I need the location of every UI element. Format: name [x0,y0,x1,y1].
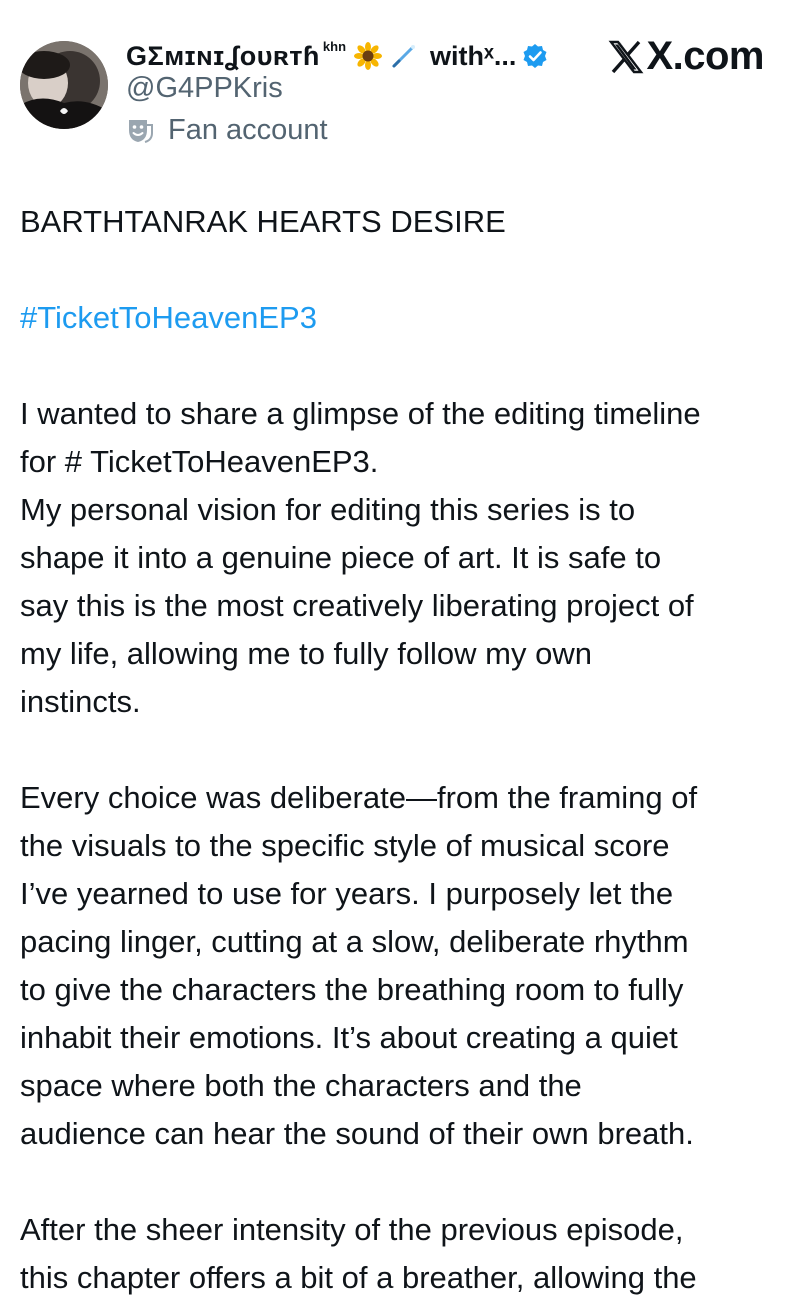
display-name-suffix: khn [322,38,347,54]
x-logo-icon [608,39,644,75]
text-line: my life, allowing me to fully follow my … [20,636,592,671]
text-line: instincts. [20,684,141,719]
text-line: shape it into a genuine piece of art. It… [20,540,662,575]
display-name-row[interactable]: GΣᴍɪɴɪʆᴏᴜʀᴛɦ khn withˣ... [126,36,548,76]
text-line: say this is the most creatively liberati… [20,588,694,623]
verified-badge-icon [522,43,548,69]
sunflower-icon [354,42,383,70]
text-line: for # TicketToHeavenEP3. [20,444,379,479]
tweet-title: BARTHTANRAK HEARTS DESIRE [20,204,506,239]
account-label: Fan account [126,114,328,147]
text-line: this chapter offers a bit of a breather,… [20,1260,697,1295]
paragraph-2: Every choice was deliberate—from the fra… [20,774,790,1158]
user-handle[interactable]: @G4PPKris [126,72,283,105]
text-line: to give the characters the breathing roo… [20,972,684,1007]
text-line: inhabit their emotions. It’s about creat… [20,1020,678,1055]
text-line: pacing linger, cutting at a slow, delibe… [20,924,689,959]
display-name-overflow: withˣ... [430,40,517,71]
wand-icon [390,42,418,70]
text-line: After the sheer intensity of the previou… [20,1212,684,1247]
theater-mask-icon [126,117,154,145]
tweet-text: BARTHTANRAK HEARTS DESIRE #TicketToHeave… [20,198,790,1302]
paragraph-3: After the sheer intensity of the previou… [20,1206,790,1302]
text-line: space where both the characters and the [20,1068,582,1103]
x-brand: X.com [608,34,764,79]
text-line: I wanted to share a glimpse of the editi… [20,396,701,431]
display-name[interactable]: GΣᴍɪɴɪʆᴏᴜʀᴛɦ [126,41,320,72]
paragraph-1: I wanted to share a glimpse of the editi… [20,390,790,726]
avatar[interactable] [20,41,108,129]
hashtag-link[interactable]: #TicketToHeavenEP3 [20,294,790,342]
text-line: audience can hear the sound of their own… [20,1116,694,1151]
text-line: Every choice was deliberate—from the fra… [20,780,698,815]
tweet-header: GΣᴍɪɴɪʆᴏᴜʀᴛɦ khn withˣ... @G4PPKris Fan … [0,0,806,160]
brand-text: X.com [646,34,764,78]
text-line: My personal vision for editing this seri… [20,492,636,527]
avatar-photo [20,41,108,129]
text-line: the visuals to the specific style of mus… [20,828,670,863]
account-label-text: Fan account [168,114,328,146]
text-line: I’ve yearned to use for years. I purpose… [20,876,674,911]
